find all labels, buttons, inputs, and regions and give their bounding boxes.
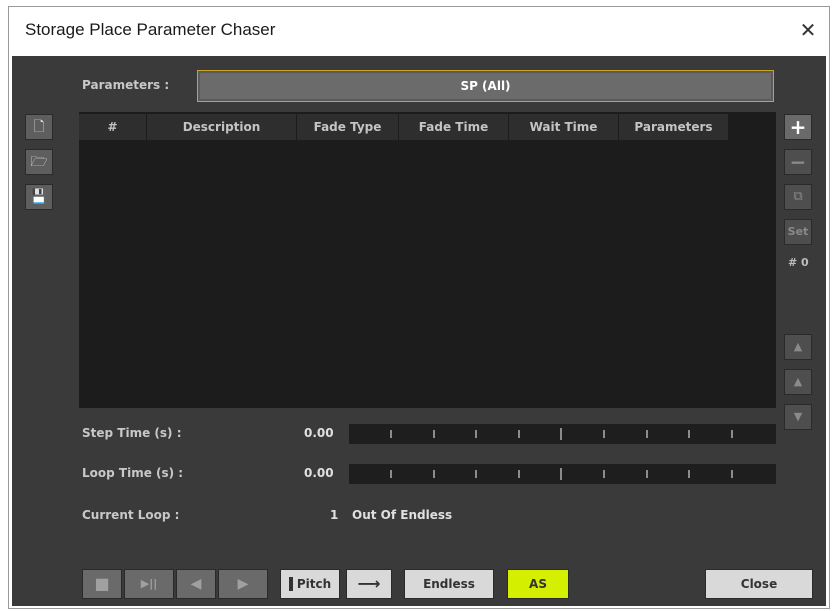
pitch-indicator-icon bbox=[288, 576, 293, 591]
next-icon: ▶ bbox=[237, 576, 249, 592]
save-file-button[interactable]: 💾 bbox=[25, 184, 53, 210]
close-button[interactable]: Close bbox=[705, 569, 813, 599]
previous-icon: ◀ bbox=[190, 576, 202, 592]
dialog-window: Storage Place Parameter Chaser ✕ Paramet… bbox=[8, 6, 830, 609]
as-button[interactable]: AS bbox=[507, 569, 569, 599]
copy-step-button[interactable]: ⧉ bbox=[784, 184, 812, 210]
parameters-label: Parameters : bbox=[82, 78, 170, 92]
loop-time-label: Loop Time (s) : bbox=[82, 466, 184, 480]
current-loop-count: 1 bbox=[330, 508, 339, 522]
new-file-icon: 🗋 bbox=[33, 119, 45, 135]
direction-button[interactable]: ⟶ bbox=[346, 569, 392, 599]
column-header-description[interactable]: Description bbox=[147, 114, 297, 140]
plus-icon: + bbox=[789, 115, 807, 139]
parameters-selector[interactable]: SP (All) bbox=[197, 70, 774, 102]
save-disk-icon: 💾 bbox=[30, 189, 48, 205]
copy-icon: ⧉ bbox=[793, 189, 803, 204]
stop-icon: ■ bbox=[94, 574, 110, 593]
steps-table: # Description Fade Type Fade Time Wait T… bbox=[79, 112, 776, 408]
move-up-button[interactable]: ▲ bbox=[784, 369, 812, 395]
column-header-number[interactable]: # bbox=[79, 114, 147, 140]
loop-time-slider[interactable] bbox=[349, 464, 776, 484]
move-to-top-button[interactable]: ▲ bbox=[784, 334, 812, 360]
remove-step-button[interactable]: − bbox=[784, 149, 812, 175]
move-top-icon: ▲ bbox=[793, 340, 803, 353]
loop-time-value: 0.00 bbox=[304, 466, 334, 480]
set-step-button[interactable]: Set bbox=[784, 219, 812, 245]
loop-mode-button[interactable]: Endless bbox=[404, 569, 494, 599]
current-loop-label: Current Loop : bbox=[82, 508, 180, 522]
play-pause-icon: ▶|| bbox=[140, 577, 158, 590]
previous-step-button[interactable]: ◀ bbox=[176, 569, 216, 599]
column-header-wait-time[interactable]: Wait Time bbox=[509, 114, 619, 140]
pitch-button[interactable]: Pitch bbox=[280, 569, 340, 599]
stop-button[interactable]: ■ bbox=[82, 569, 122, 599]
pitch-label: Pitch bbox=[296, 577, 332, 591]
arrow-right-icon: ⟶ bbox=[357, 574, 381, 593]
table-header: # Description Fade Type Fade Time Wait T… bbox=[79, 112, 776, 140]
current-loop-text: Out Of Endless bbox=[352, 508, 453, 522]
open-file-button[interactable]: 🗁 bbox=[25, 149, 53, 175]
open-folder-icon: 🗁 bbox=[30, 154, 48, 170]
column-header-fade-time[interactable]: Fade Time bbox=[399, 114, 509, 140]
step-time-label: Step Time (s) : bbox=[82, 426, 182, 440]
minus-icon: − bbox=[789, 150, 807, 174]
parameters-value: SP (All) bbox=[200, 73, 771, 99]
arrow-down-icon: ▼ bbox=[793, 410, 803, 423]
title-bar: Storage Place Parameter Chaser ✕ bbox=[9, 7, 829, 55]
step-time-slider[interactable] bbox=[349, 424, 776, 444]
column-header-parameters[interactable]: Parameters bbox=[619, 114, 729, 140]
add-step-button[interactable]: + bbox=[784, 114, 812, 140]
move-down-button[interactable]: ▼ bbox=[784, 404, 812, 430]
close-window-button[interactable]: ✕ bbox=[793, 15, 823, 45]
step-index: # 0 bbox=[788, 256, 809, 269]
arrow-up-icon: ▲ bbox=[793, 375, 803, 388]
step-time-value: 0.00 bbox=[304, 426, 334, 440]
window-title: Storage Place Parameter Chaser bbox=[25, 20, 276, 39]
play-pause-button[interactable]: ▶|| bbox=[124, 569, 174, 599]
column-header-fade-type[interactable]: Fade Type bbox=[297, 114, 399, 140]
next-step-button[interactable]: ▶ bbox=[218, 569, 268, 599]
dialog-body: Parameters : SP (All) 🗋 🗁 💾 # Descriptio… bbox=[12, 56, 826, 606]
new-file-button[interactable]: 🗋 bbox=[25, 114, 53, 140]
